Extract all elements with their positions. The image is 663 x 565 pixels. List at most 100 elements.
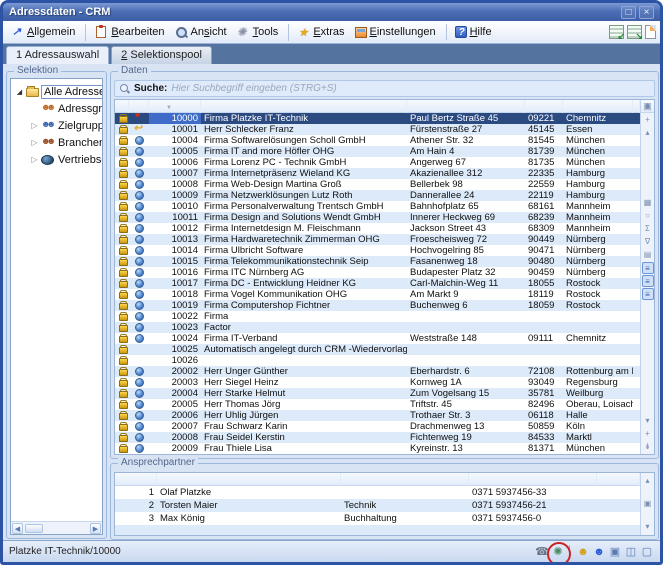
contact-row[interactable]: 2 Torsten Maier Technik 0371 5937456-21 [115,499,640,512]
table-row[interactable]: 10017 Firma DC - Entwicklung Heidner KG … [115,278,640,289]
tab[interactable]: 1 Adressauswahl [6,46,109,64]
table-row[interactable]: 20006 Herr Uhlig Jürgen Trothaer Str. 3 … [115,410,640,421]
table-row[interactable]: 20002 Herr Unger Günther Eberhardstr. 6 … [115,366,640,377]
table-row[interactable]: 10004 Firma Softwarelösungen Scholl GmbH… [115,135,640,146]
scroll-right-icon[interactable]: ▶ [90,523,101,534]
column-header[interactable] [129,100,149,113]
contacts-scroll-up-icon[interactable]: ▴ [642,475,654,487]
table-row[interactable]: 10007 Firma Internetpräsenz Wieland KG A… [115,168,640,179]
table-row[interactable]: 20003 Herr Siegel Heinz Kornweg 1A 93049… [115,377,640,388]
grid-view3-icon[interactable]: ≡ [642,288,654,300]
scrollbar-thumb[interactable] [25,524,43,533]
table-row[interactable]: 20009 Frau Thiele Lisa Kyreinstr. 13 813… [115,443,640,454]
table-row[interactable]: 20007 Frau Schwarz Karin Drachmenweg 13 … [115,421,640,432]
table-row[interactable]: 10005 Firma IT and more Höfler OHG Am Ha… [115,146,640,157]
table-row[interactable]: 10023 Factor [115,322,640,333]
menu-item[interactable]: Ansicht [171,24,233,41]
scroll-left-icon[interactable]: ◀ [12,523,23,534]
scroll-down-icon[interactable]: ▾ [642,415,654,427]
table-row[interactable]: 10026 [115,355,640,366]
phone-icon[interactable]: ☎ [535,545,549,559]
table-row[interactable]: 10009 Firma Netzwerklösungen Lutz Roth D… [115,190,640,201]
expand-arrow-icon[interactable] [30,138,39,147]
contacts-new-row[interactable] [115,525,640,535]
toolbar-icon[interactable] [609,25,624,39]
contacts-grid-icon[interactable]: ▣ [642,498,654,510]
tree-item[interactable]: Adressgruppen [11,100,102,117]
search-input[interactable] [171,83,650,94]
grid-filter-icon[interactable]: ∇ [642,236,654,248]
table-row[interactable]: 10008 Firma Web-Design Martina Groß Bell… [115,179,640,190]
expand-arrow-icon[interactable] [30,121,39,130]
table-row[interactable]: 10001 Herr Schlecker Franz Fürstenstraße… [115,124,640,135]
window-grid-icon[interactable]: ▣ [608,545,622,559]
table-row[interactable]: 10016 Firma ITC Nürnberg AG Budapester P… [115,267,640,278]
column-header[interactable] [115,100,129,113]
horizontal-scrollbar[interactable]: ◀ ▶ [11,521,102,534]
table-row[interactable]: 20004 Herr Starke Helmut Zum Vogelsang 1… [115,388,640,399]
contacts-blue-icon[interactable]: ☻ [592,545,606,559]
tree-item[interactable]: Alle Adressen [11,83,102,100]
toolbar-icon[interactable] [645,25,656,39]
contact-row[interactable]: 1 Olaf Platzke 0371 5937456-33 [115,486,640,499]
contacts-scroll-down-icon[interactable]: ▾ [642,521,654,533]
menu-item[interactable]: Hilfe [451,24,498,40]
column-header[interactable] [633,100,640,113]
menu-item[interactable]: Bearbeiten [90,24,170,40]
grid-copy-icon[interactable]: ▤ [642,249,654,261]
column-header[interactable] [525,100,563,113]
contact-row[interactable]: 3 Max König Buchhaltung 0371 5937456-0 [115,512,640,525]
grid-search-icon[interactable]: ○ [642,210,654,222]
contacts-column-header[interactable] [341,473,469,486]
column-header[interactable] [201,100,407,113]
add-row-icon[interactable]: + [642,114,654,126]
window-split-icon[interactable]: ◫ [624,545,638,559]
column-header[interactable] [407,100,525,113]
table-row[interactable]: 10006 Firma Lorenz PC - Technik GmbH Ang… [115,157,640,168]
scroll-up-icon[interactable]: ▴ [642,127,654,139]
tree-item[interactable]: Branchen [11,134,102,151]
contacts-column-header[interactable] [115,473,157,486]
table-row[interactable]: 10018 Firma Vogel Kommunikation OHG Am M… [115,289,640,300]
table-row[interactable]: 10011 Firma Design and Solutions Wendt G… [115,212,640,223]
column-header[interactable] [563,100,633,113]
close-button[interactable]: × [639,6,654,19]
sync-settings-icon-red-circled[interactable]: ✺ [551,545,565,559]
table-row[interactable]: 10022 Firma [115,311,640,322]
table-row[interactable]: 10012 Firma Internetdesign M. Fleischman… [115,223,640,234]
table-row[interactable]: 10000 Firma Platzke IT-Technik Paul Bert… [115,113,640,124]
grid-sum-icon[interactable]: Σ [642,223,654,235]
grid-view2-icon[interactable]: ≡ [642,275,654,287]
menu-item[interactable]: Extras [293,24,350,41]
contacts-column-header[interactable] [157,473,341,486]
contacts-column-header[interactable] [469,473,597,486]
toolbar-icon[interactable] [627,25,642,39]
scroll-bottom-icon[interactable]: ↡ [642,441,654,453]
column-header[interactable] [149,100,201,113]
table-row[interactable]: 10024 Firma IT-Verband Weststraße 148 09… [115,333,640,344]
expand-arrow-icon[interactable] [15,87,24,96]
tab[interactable]: 2 Selektionspool [111,46,212,64]
table-row[interactable]: 10015 Firma Telekommunikationstechnik Se… [115,256,640,267]
table-row[interactable]: 10019 Firma Computershop Fichtner Buchen… [115,300,640,311]
search-bar[interactable]: Suche: [114,80,655,97]
grid-view1-icon[interactable]: ≡ [642,262,654,274]
restore-button[interactable]: □ [621,6,636,19]
menu-item[interactable]: Tools [233,24,290,41]
add-row-bottom-icon[interactable]: + [642,428,654,440]
grid-edit-icon[interactable]: ▦ [642,197,654,209]
tree-item[interactable]: Zielgruppen [11,117,102,134]
window-blank-icon[interactable]: ▢ [640,545,654,559]
expand-arrow-icon[interactable] [30,155,39,164]
contacts-gold-icon[interactable]: ☻ [576,545,590,559]
contacts-column-header[interactable] [597,473,640,486]
tree-item[interactable]: Vertriebsgebiete [11,151,102,168]
menu-item[interactable]: Einstellungen [351,24,447,40]
table-row[interactable]: 10010 Firma Personalverwaltung Trentsch … [115,201,640,212]
table-row[interactable]: 10013 Firma Hardwaretechnik Zimmerman OH… [115,234,640,245]
table-row[interactable]: 10014 Firma Ulbricht Software Hochvogelr… [115,245,640,256]
menu-item[interactable]: Allgemein [7,24,86,41]
scroll-top-icon[interactable]: ↟ [642,101,654,113]
table-row[interactable]: 10025 Automatisch angelegt durch CRM -Wi… [115,344,640,355]
title-bar[interactable]: Adressdaten - CRM □ × [3,3,660,21]
